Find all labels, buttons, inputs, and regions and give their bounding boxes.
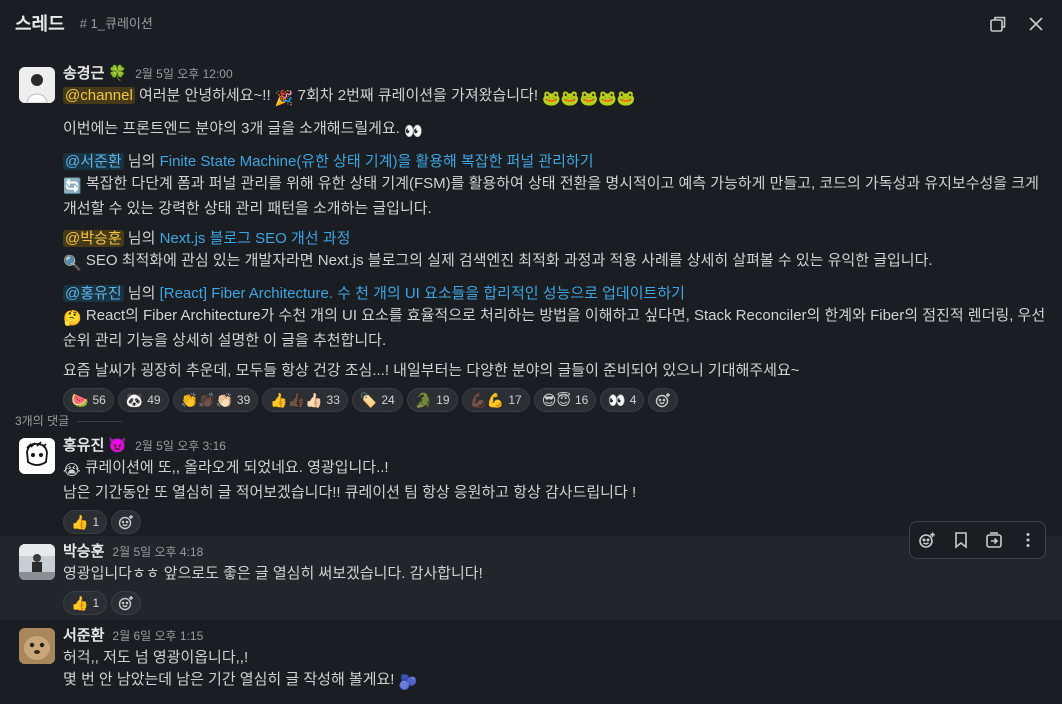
reply-message: 홍유진 👿 2월 5일 오후 3:16 😭 큐레이션에 또,, 올라오게 되었네… <box>0 435 1062 534</box>
reaction-pill[interactable]: 👍👍🏿👍🏻 33 <box>262 388 348 412</box>
blob-emoji: 🫐 <box>398 674 418 691</box>
forward-icon[interactable] <box>984 530 1004 550</box>
reaction-bar: 🍉 56 🐼 49 👏👏🏿👏🏻 39 👍👍🏿👍🏻 33 🏷️ 24 🐊 19 💪🏿💪 17 😎… <box>63 388 1062 412</box>
message-timestamp[interactable]: 2월 6일 오후 1:15 <box>112 625 203 647</box>
reply-message: 서준환 2월 6일 오후 1:15 허걱,, 저도 넘 영광이옵니다,,! 몇 … <box>0 625 1062 694</box>
add-reaction-icon[interactable] <box>111 510 142 534</box>
add-reaction-icon[interactable] <box>917 530 937 550</box>
reaction-pill[interactable]: 👍 1 <box>63 510 108 534</box>
message-line: @channel 여러분 안녕하세요~!! 🎉 7회차 2번째 큐레이션을 가져… <box>63 85 1062 110</box>
thread-channel-name[interactable]: # 1_큐레이션 <box>80 13 153 35</box>
parent-message: 송경근 🍀 2월 5일 오후 12:00 @channel 여러분 안녕하세요~… <box>0 63 1062 412</box>
avatar[interactable] <box>19 67 55 103</box>
open-in-window-icon[interactable] <box>988 14 1008 34</box>
add-reaction-icon[interactable] <box>111 591 142 615</box>
avatar[interactable] <box>19 628 55 664</box>
message-author[interactable]: 홍유진 <box>63 435 104 457</box>
reply-message: 박승훈 2월 5일 오후 4:18 영광입니다ㅎㅎ 앞으로도 좋은 글 열심히 … <box>0 541 1062 615</box>
avatar[interactable] <box>19 544 55 580</box>
reaction-pill[interactable]: 👍 1 <box>63 591 108 615</box>
reaction-pill[interactable]: 🏷️ 24 <box>351 388 403 412</box>
avatar[interactable] <box>19 438 55 474</box>
eyes-emoji: 👀 <box>404 123 423 140</box>
user-mention[interactable]: @박승훈 <box>63 230 124 247</box>
thinking-emoji: 🤔 <box>63 310 82 327</box>
author-status-emoji: 🍀 <box>108 65 128 82</box>
reaction-bar: 👍 1 <box>63 591 1062 615</box>
crying-emoji: 😭 <box>63 462 81 479</box>
curation-item: @홍유진 님의 [React] Fiber Architecture. 수 천 … <box>63 285 1046 349</box>
reaction-pill[interactable]: 👀 4 <box>600 388 645 412</box>
reaction-pill[interactable]: 🐼 49 <box>117 388 169 412</box>
article-link[interactable]: [React] Fiber Architecture. 수 천 개의 UI 요소… <box>160 285 685 302</box>
magnifier-emoji: 🔍 <box>63 255 82 272</box>
user-mention[interactable]: @서준환 <box>63 153 124 170</box>
message-author[interactable]: 서준환 <box>63 625 104 647</box>
user-mention[interactable]: @홍유진 <box>63 285 124 302</box>
replies-count: 3개의 댓글 <box>15 414 70 428</box>
message-author[interactable]: 송경근 <box>63 63 104 85</box>
thread-header: 스레드 # 1_큐레이션 <box>0 0 1062 48</box>
cycle-emoji: 🔄 <box>63 178 82 195</box>
author-status-emoji: 👿 <box>108 437 128 454</box>
divider-rule <box>77 420 123 422</box>
message-timestamp[interactable]: 2월 5일 오후 12:00 <box>135 63 233 85</box>
message-timestamp[interactable]: 2월 5일 오후 3:16 <box>135 435 226 457</box>
message-author[interactable]: 박승훈 <box>63 541 104 563</box>
message-actions-toolbar <box>909 521 1046 559</box>
more-actions-icon[interactable] <box>1018 530 1038 550</box>
close-icon[interactable] <box>1026 14 1046 34</box>
message-line: 이번에는 프론트엔드 분야의 3개 글을 소개해드릴게요. 👀 <box>63 118 1062 143</box>
reaction-pill[interactable]: 🍉 56 <box>63 388 114 412</box>
message-timestamp[interactable]: 2월 5일 오후 4:18 <box>112 541 203 563</box>
curation-item: @박승훈 님의 Next.js 블로그 SEO 개선 과정 🔍 SEO 최적화에… <box>63 228 1062 275</box>
frog-emojis: 🐸🐸🐸🐸🐸 <box>542 90 636 107</box>
reaction-pill[interactable]: 💪🏿💪 17 <box>461 388 530 412</box>
article-link[interactable]: Finite State Machine(유한 상태 기계)을 활용해 복잡한 … <box>160 153 594 170</box>
bookmark-icon[interactable] <box>951 530 971 550</box>
curation-item: @서준환 님의 Finite State Machine(유한 상태 기계)을 … <box>63 153 1039 217</box>
replies-divider: 3개의 댓글 <box>15 410 1046 432</box>
thread-title: 스레드 <box>15 14 65 34</box>
channel-mention[interactable]: @channel <box>63 87 135 104</box>
add-reaction-icon[interactable] <box>648 388 679 412</box>
closing-line: 요즘 날씨가 굉장히 추운데, 모두들 항상 건강 조심...! 내일부터는 다… <box>63 362 800 379</box>
party-emoji: 🎉 <box>274 90 294 107</box>
reaction-pill[interactable]: 🐊 19 <box>406 388 458 412</box>
reaction-pill[interactable]: 👏👏🏿👏🏻 39 <box>172 388 259 412</box>
article-link[interactable]: Next.js 블로그 SEO 개선 과정 <box>160 230 351 247</box>
reaction-pill[interactable]: 😎😇 16 <box>533 388 597 412</box>
